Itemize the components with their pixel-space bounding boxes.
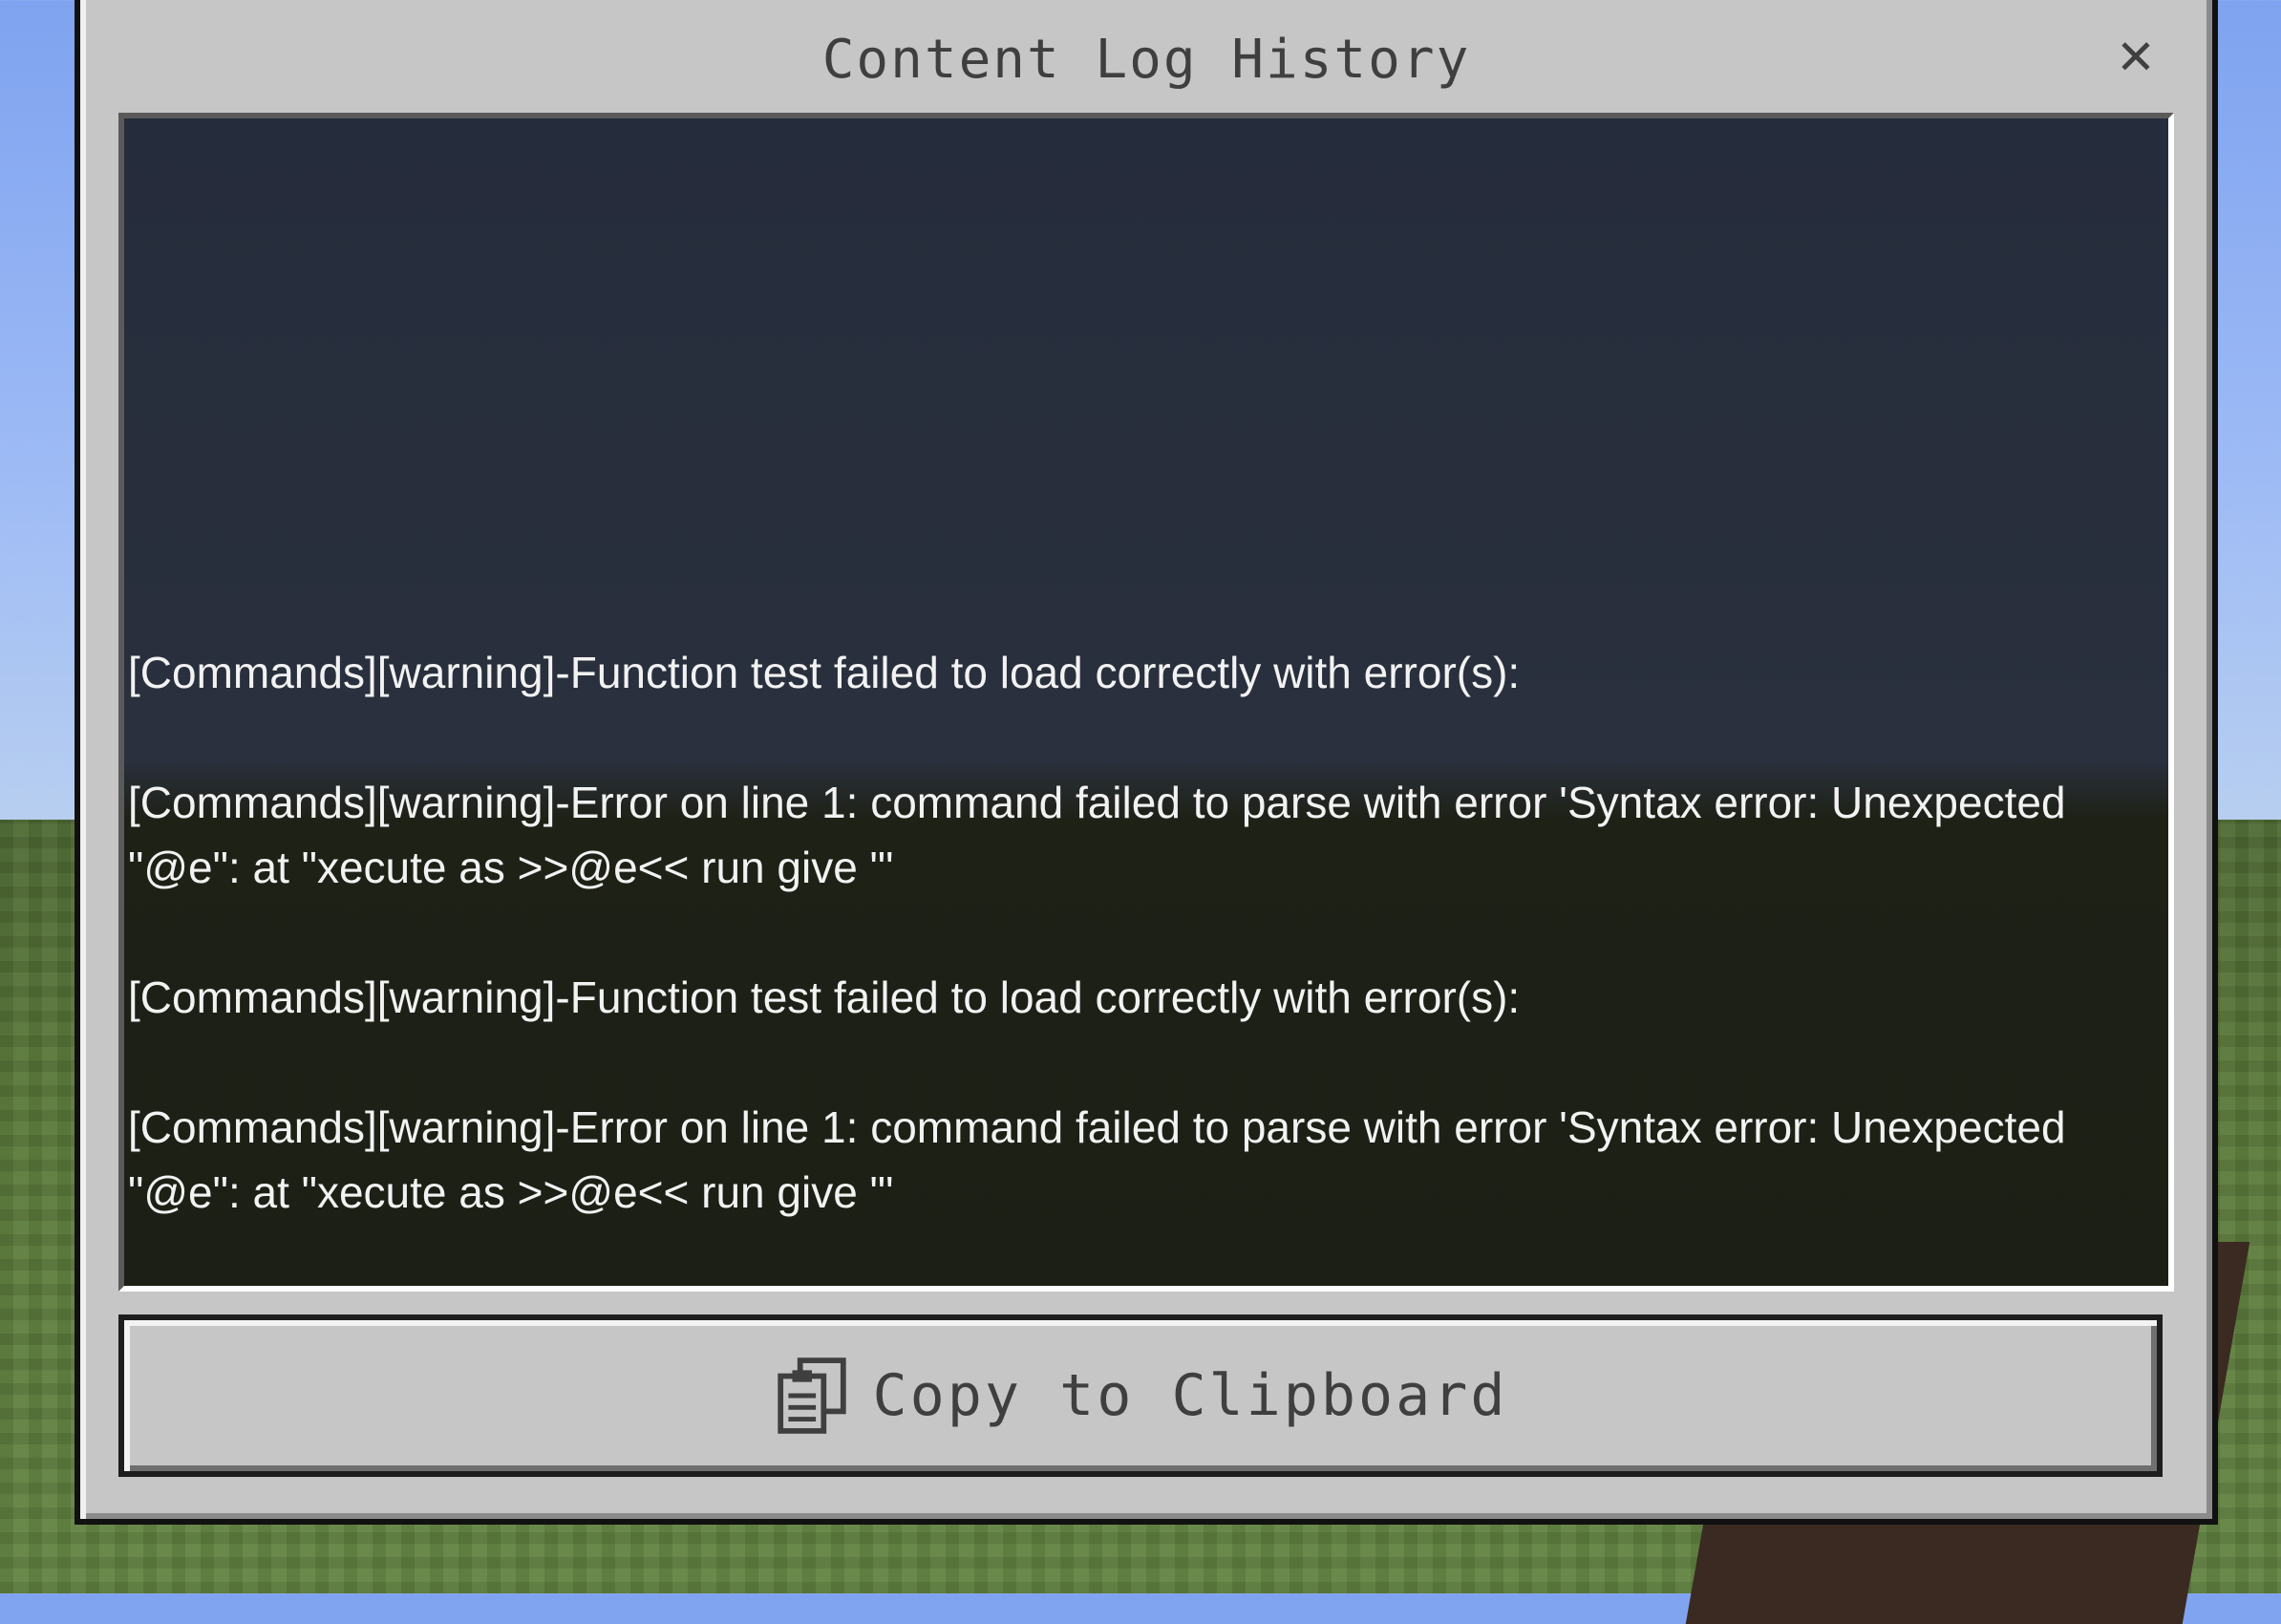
copy-to-clipboard-button[interactable]: Copy to Clipboard	[118, 1314, 2163, 1477]
log-list: [Commands][warning]-Function test failed…	[128, 640, 2161, 1225]
log-entry: [Commands][warning]-Error on line 1: com…	[128, 778, 2066, 892]
dialog-title: Content Log History	[821, 29, 1471, 91]
clipboard-icon	[778, 1357, 847, 1434]
log-entry: [Commands][warning]-Function test failed…	[128, 972, 1521, 1022]
close-icon[interactable]: ✕	[2109, 31, 2163, 84]
copy-button-label: Copy to Clipboard	[872, 1362, 1508, 1429]
log-panel[interactable]: [Commands][warning]-Function test failed…	[118, 113, 2174, 1292]
log-entry: [Commands][warning]-Function test failed…	[128, 648, 1521, 697]
log-entry: [Commands][warning]-Error on line 1: com…	[128, 1102, 2066, 1217]
content-log-dialog: Content Log History ✕ [Commands][warning…	[75, 0, 2218, 1525]
